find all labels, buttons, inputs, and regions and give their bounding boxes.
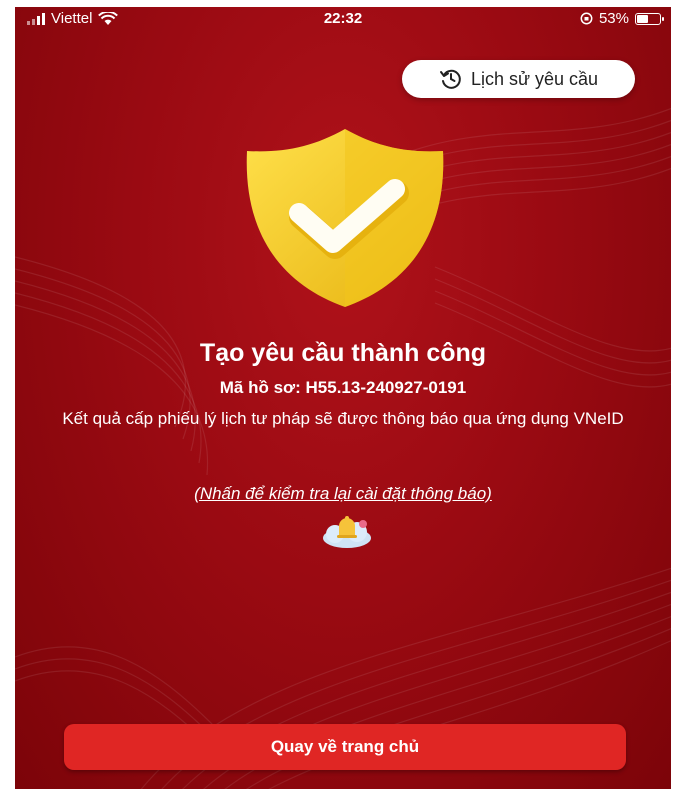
home-button[interactable]: Quay về trang chủ: [64, 724, 626, 770]
result-description: Kết quả cấp phiếu lý lịch tư pháp sẽ đượ…: [62, 409, 624, 428]
notification-settings-link[interactable]: (Nhấn để kiểm tra lại cài đặt thông báo): [15, 484, 671, 504]
status-time: 22:32: [323, 10, 363, 27]
battery-percent: 53%: [598, 10, 629, 27]
success-title: Tạo yêu cầu thành công: [199, 339, 487, 367]
battery-icon: [635, 12, 664, 25]
request-history-button[interactable]: Lịch sử yêu cầu: [402, 60, 635, 98]
status-bar: Viettel 22:32 53%: [15, 7, 671, 31]
request-history-label: Lịch sử yêu cầu: [470, 68, 599, 89]
orientation-lock-icon: [580, 12, 593, 25]
record-code: Mã hồ sơ: H55.13-240927-0191: [219, 378, 467, 397]
shield-check-icon: [246, 129, 444, 307]
history-clock-icon: [439, 69, 461, 89]
app-screen: Viettel 22:32 53% Lịch sử yêu cầu Tạo yê…: [15, 7, 671, 789]
home-button-label: Quay về trang chủ: [270, 737, 420, 756]
bell-cloud-icon[interactable]: [317, 512, 375, 552]
